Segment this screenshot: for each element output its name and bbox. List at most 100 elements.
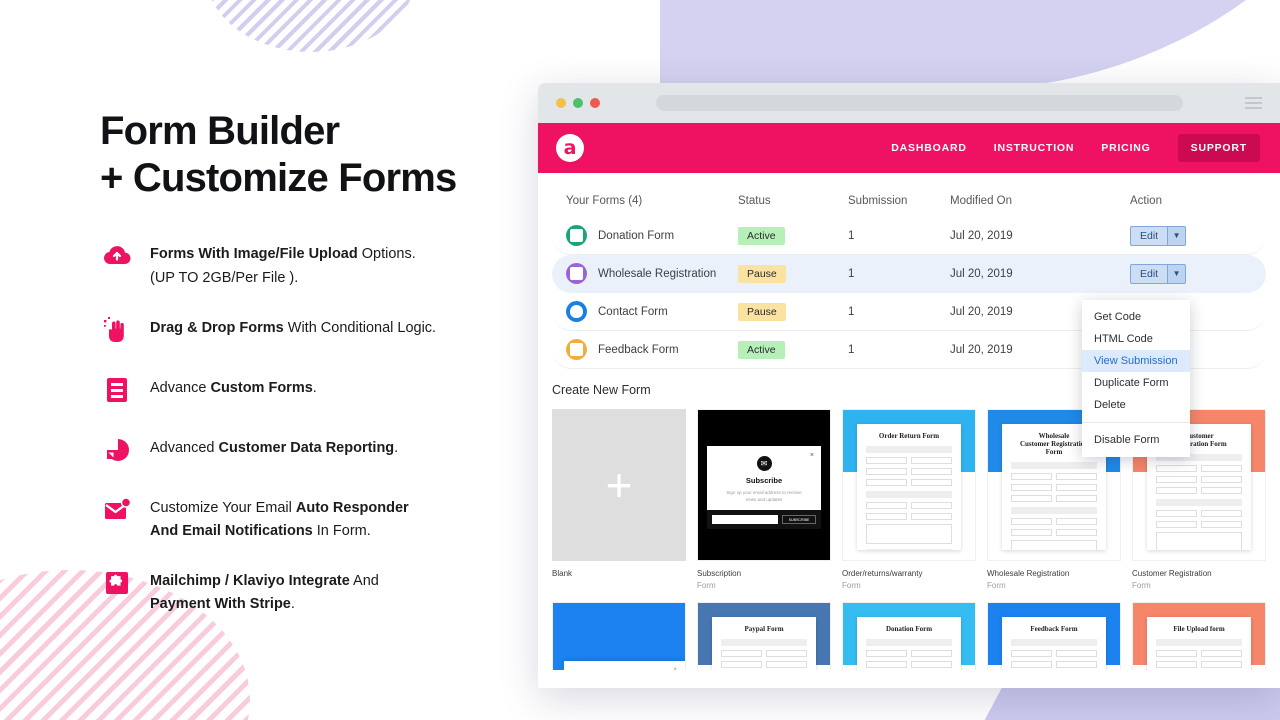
template-card[interactable]: + Blank [552,409,686,591]
dropdown-item[interactable]: Get Code [1082,306,1190,328]
browser-chrome [538,83,1280,123]
pie-chart-report-icon [100,433,134,467]
hamburger-menu-icon[interactable] [1245,97,1262,109]
close-icon: × [809,452,814,459]
dropdown-item[interactable]: Disable Form [1082,429,1190,451]
chevron-down-icon[interactable]: ▼ [1168,263,1187,284]
template-label: Customer Registration Form [1132,568,1266,591]
column-header-name: Your Forms (4) [566,195,643,207]
status-badge: Active [738,340,785,359]
action-button-group[interactable]: Edit ▼ [1130,263,1240,284]
modified-date: Jul 20, 2019 [950,267,1013,280]
template-card[interactable]: Order Return Form Order/returns/warranty… [842,409,976,591]
form-name: Wholesale Registration [598,267,717,280]
custom-form-icon [100,373,134,407]
template-preview-title: Donation Form [885,625,933,634]
feature-item: Customize Your Email Auto Responder And E… [100,496,530,543]
template-preview-title: Order Return Form [878,432,940,440]
template-sublabel: Form [697,580,716,590]
nav-item-dashboard[interactable]: DASHBOARD [891,142,966,154]
maximize-dot[interactable] [573,98,583,108]
dropdown-item[interactable]: Duplicate Form [1082,372,1190,394]
template-sublabel: Form [842,580,861,590]
template-label: Subscription Form [697,568,831,591]
submission-count: 1 [848,229,855,242]
action-button-group[interactable]: Edit ▼ [1130,225,1240,246]
cloud-upload-icon [100,239,134,273]
feature-text: Mailchimp / Klaviyo Integrate And Payment… [150,573,379,613]
dropdown-divider [1082,422,1190,423]
template-label: Blank [552,569,573,578]
template-sublabel: Form [1132,580,1151,590]
traffic-lights [556,98,600,108]
puzzle-integration-icon [100,566,134,600]
feature-text: Customize Your Email Auto Responder And E… [150,499,409,539]
feature-item: Advanced Customer Data Reporting. [100,436,530,470]
dropdown-item[interactable]: HTML Code [1082,328,1190,350]
plus-icon: + [605,459,633,511]
envelope-icon: ✉ [756,456,772,471]
email-notification-icon [100,493,134,527]
modified-date: Jul 20, 2019 [950,229,1013,242]
form-type-icon [566,225,587,246]
template-card[interactable]: × ✉ Subscribe Sign up your email address… [697,409,831,591]
form-type-icon [566,263,587,284]
table-header-row: Your Forms (4) Status Submission Modifie… [552,173,1266,217]
status-badge: Active [738,226,785,245]
form-name: Donation Form [598,229,675,242]
minimize-dot[interactable] [556,98,566,108]
subscribe-heading: Subscribe [745,476,783,485]
dropdown-item[interactable]: View Submission [1082,350,1190,372]
submission-count: 1 [848,305,855,318]
form-name: Contact Form [598,305,668,318]
feature-item: Drag & Drop Forms With Conditional Logic… [100,316,530,350]
edit-button[interactable]: Edit [1130,225,1169,246]
app-logo[interactable]: a [556,134,584,162]
template-label: Wholesale Registration Form [987,568,1121,591]
form-type-icon [566,301,587,322]
nav-item-instruction[interactable]: INSTRUCTION [994,142,1075,154]
chevron-down-icon[interactable]: ▼ [1168,225,1187,246]
status-badge: Pause [738,264,786,283]
subscribe-modal-preview: × ✉ Subscribe Sign up your email address… [707,446,821,530]
lavender-blob-top-right [660,0,1280,90]
template-sublabel: Form [987,580,1006,590]
template-thumbnail[interactable]: Order Return Form [842,409,976,561]
headline-line-2: + Customize Forms [100,156,457,201]
subscribe-body: Sign up your email address to receive new… [726,490,802,503]
close-dot[interactable] [590,98,600,108]
headline-line-1: Form Builder [100,109,340,153]
table-row[interactable]: Donation Form Active 1 Jul 20, 2019 Edit… [552,217,1266,255]
form-name: Feedback Form [598,343,679,356]
panel-bottom-fade [538,670,1280,688]
column-header-action: Action [1130,195,1162,207]
dropdown-item[interactable]: Delete [1082,394,1190,416]
nav-item-pricing[interactable]: PRICING [1101,142,1150,154]
feature-item: Advance Custom Forms. [100,376,530,410]
subscribe-button-preview: SUBSCRIBE [782,515,816,525]
template-preview-paper: Order Return Form [857,424,961,550]
template-label: Order/returns/warranty Form [842,568,976,591]
striped-circle-top [205,0,417,52]
column-header-modified: Modified On [950,195,1013,207]
feature-item: Forms With Image/File Upload Options. (UP… [100,242,530,289]
address-bar[interactable] [656,95,1183,111]
template-thumbnail-blank[interactable]: + [552,409,686,561]
app-navbar: a DASHBOARD INSTRUCTION PRICING SUPPORT [538,123,1280,173]
feature-text: Advance Custom Forms. [150,379,317,396]
feature-item: Mailchimp / Klaviyo Integrate And Payment… [100,569,530,616]
table-row[interactable]: Wholesale Registration Pause 1 Jul 20, 2… [552,255,1266,293]
page-title: Form Builder + Customize Forms [100,108,530,202]
action-dropdown-menu[interactable]: Get Code HTML Code View Submission Duplicat… [1082,300,1190,457]
feature-list: Forms With Image/File Upload Options. (UP… [100,242,530,616]
feature-text: Advanced Customer Data Reporting. [150,439,399,456]
nav-item-support[interactable]: SUPPORT [1177,134,1260,162]
template-preview-title: File Upload form [1173,625,1225,634]
column-header-submission: Submission [848,195,908,207]
submission-count: 1 [848,343,855,356]
drag-drop-hand-icon [100,313,134,347]
edit-button[interactable]: Edit [1130,263,1169,284]
marketing-column: Form Builder + Customize Forms Forms Wit… [100,108,530,643]
feature-text: Forms With Image/File Upload Options. (UP… [150,246,416,286]
template-thumbnail[interactable]: × ✉ Subscribe Sign up your email address… [697,409,831,561]
